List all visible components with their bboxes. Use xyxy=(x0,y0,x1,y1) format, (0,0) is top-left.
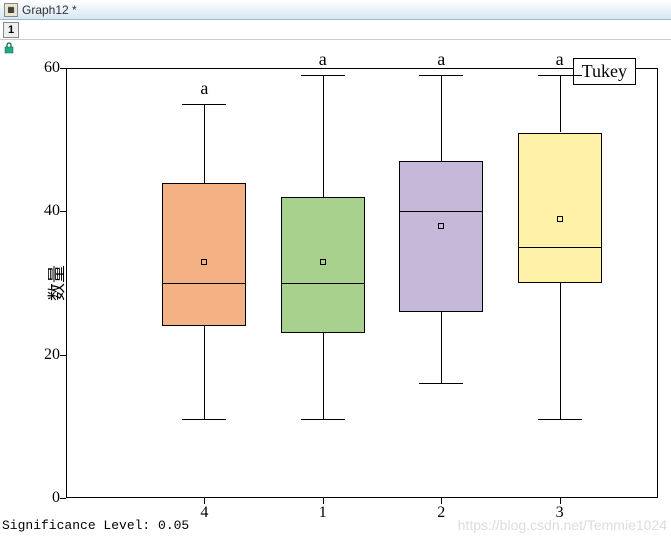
whisker-lower xyxy=(204,326,205,419)
y-tick-label: 40 xyxy=(30,202,60,220)
y-axis-label: 数量 xyxy=(43,265,69,301)
box xyxy=(518,133,602,284)
x-axis-top xyxy=(66,68,658,69)
whisker-cap xyxy=(538,419,582,420)
legend: Tukey xyxy=(573,58,636,85)
window-title: Graph12 * xyxy=(22,3,77,17)
whisker-upper xyxy=(204,104,205,183)
y-tick xyxy=(60,498,66,499)
significance-letter: a xyxy=(556,49,564,70)
median-line xyxy=(399,211,483,212)
y-tick xyxy=(60,211,66,212)
lock-icon xyxy=(3,42,15,54)
mean-marker xyxy=(320,259,326,265)
median-line xyxy=(162,283,246,284)
significance-letter: a xyxy=(200,78,208,99)
whisker-cap xyxy=(301,419,345,420)
whisker-lower xyxy=(560,283,561,419)
watermark: https://blog.csdn.net/Temmie1024 xyxy=(458,517,667,533)
whisker-upper xyxy=(441,75,442,161)
whisker-lower xyxy=(441,312,442,384)
y-tick-label: 0 xyxy=(30,489,60,507)
whisker-upper xyxy=(560,75,561,132)
tab-bar: 1 xyxy=(0,20,671,40)
whisker-cap xyxy=(301,75,345,76)
significance-letter: a xyxy=(319,49,327,70)
significance-letter: a xyxy=(437,49,445,70)
whisker-cap xyxy=(538,75,582,76)
lock-row xyxy=(0,40,671,56)
box xyxy=(162,183,246,326)
box xyxy=(399,161,483,312)
x-tick-label: 4 xyxy=(200,504,208,522)
whisker-cap xyxy=(419,75,463,76)
title-bar: ▦ Graph12 * xyxy=(0,0,671,20)
layer-tab[interactable]: 1 xyxy=(3,22,19,38)
y-tick-label: 60 xyxy=(30,59,60,77)
mean-marker xyxy=(438,223,444,229)
y-tick xyxy=(60,355,66,356)
mean-marker xyxy=(201,259,207,265)
y-tick-label: 20 xyxy=(30,346,60,364)
whisker-lower xyxy=(323,333,324,419)
median-line xyxy=(281,283,365,284)
whisker-upper xyxy=(323,75,324,197)
x-axis xyxy=(66,497,658,498)
median-line xyxy=(518,247,602,248)
significance-level: Significance Level: 0.05 xyxy=(2,518,189,533)
y-tick xyxy=(60,68,66,69)
graph-window-icon: ▦ xyxy=(4,3,18,17)
box xyxy=(281,197,365,333)
mean-marker xyxy=(557,216,563,222)
y-axis-right xyxy=(657,68,658,498)
whisker-cap xyxy=(182,104,226,105)
plot-area: 数量 Tukey 0204060 4a1a2a3a xyxy=(66,68,658,498)
whisker-cap xyxy=(419,383,463,384)
x-tick-label: 1 xyxy=(319,504,327,522)
x-tick-label: 2 xyxy=(437,504,445,522)
whisker-cap xyxy=(182,419,226,420)
